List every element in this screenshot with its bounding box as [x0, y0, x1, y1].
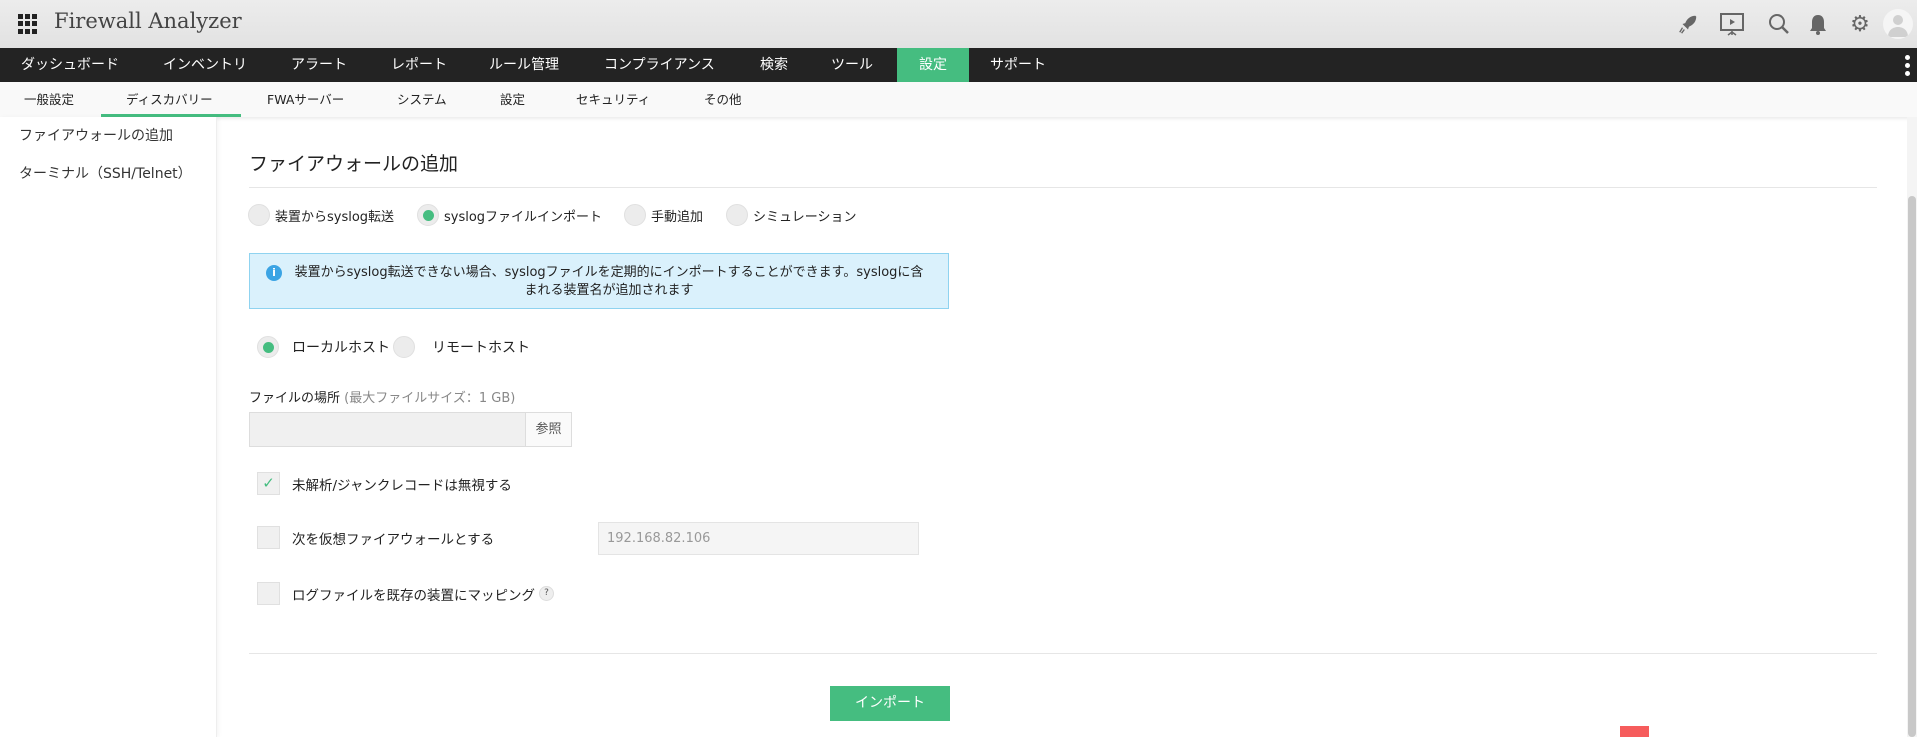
nav-search[interactable]: 検索 — [750, 48, 798, 82]
checkbox-label: ログファイルを既存の装置にマッピング — [292, 587, 535, 604]
sidebar-item-add-firewall[interactable]: ファイアウォールの追加 — [19, 125, 173, 145]
divider — [249, 653, 1877, 654]
virtual-firewall-ip-input[interactable]: 192.168.82.106 — [598, 522, 919, 555]
nav-support[interactable]: サポート — [980, 48, 1056, 82]
page-title: ファイアウォールの追加 — [249, 153, 459, 175]
radio-icon — [393, 336, 415, 358]
scrollbar-thumb[interactable] — [1908, 196, 1916, 737]
gear-icon[interactable]: ⚙ — [1847, 11, 1873, 37]
sidebar-item-terminal[interactable]: ターミナル（SSH/Telnet） — [19, 163, 192, 183]
checkbox-icon[interactable] — [257, 526, 280, 549]
avatar-icon[interactable] — [1883, 9, 1913, 39]
host-remote[interactable]: リモートホスト — [393, 336, 530, 358]
import-button[interactable]: インポート — [830, 686, 950, 721]
radio-label: シミュレーション — [753, 209, 857, 225]
subnav-security[interactable]: セキュリティ — [576, 82, 650, 117]
ignore-junk-option[interactable]: ✓ 未解析/ジャンクレコードは無視する — [257, 472, 512, 495]
subnav-general[interactable]: 一般設定 — [24, 82, 74, 117]
nav-reports[interactable]: レポート — [381, 48, 457, 82]
mode-syslog-forward[interactable]: 装置からsyslog転送 — [248, 204, 394, 226]
radio-selected-icon — [417, 204, 439, 226]
radio-selected-icon — [257, 336, 279, 358]
map-device-option[interactable]: ログファイルを既存の装置にマッピング ? — [257, 582, 554, 605]
checkbox-label: 未解析/ジャンクレコードは無視する — [292, 477, 512, 494]
sidebar: ファイアウォールの追加 ターミナル（SSH/Telnet） — [0, 117, 217, 737]
radio-icon — [624, 204, 646, 226]
mode-syslog-import[interactable]: syslogファイルインポート — [417, 204, 602, 226]
more-menu-icon[interactable] — [1905, 55, 1911, 76]
divider — [249, 187, 1877, 188]
file-location-label: ファイルの場所 (最大ファイルサイズ：1 GB) — [249, 391, 516, 406]
nav-tools[interactable]: ツール — [821, 48, 883, 82]
app-title: Firewall Analyzer — [54, 9, 242, 33]
file-path-input[interactable] — [249, 412, 526, 447]
checkbox-checked-icon[interactable]: ✓ — [257, 472, 280, 495]
search-icon[interactable] — [1766, 11, 1792, 37]
nav-alerts[interactable]: アラート — [281, 48, 357, 82]
radio-label: ローカルホスト — [292, 340, 390, 356]
rocket-icon[interactable] — [1675, 11, 1701, 37]
checkbox-label: 次を仮想ファイアウォールとする — [292, 531, 495, 548]
nav-dashboard[interactable]: ダッシュボード — [11, 48, 129, 82]
info-text: 装置からsyslog転送できない場合、syslogファイルを定期的にインポートす… — [294, 265, 924, 298]
presentation-icon[interactable] — [1719, 11, 1745, 37]
help-icon[interactable]: ? — [539, 586, 554, 601]
radio-label: リモートホスト — [432, 340, 530, 356]
info-banner: i 装置からsyslog転送できない場合、syslogファイルを定期的にインポー… — [249, 253, 949, 309]
nav-settings[interactable]: 設定 — [897, 48, 969, 82]
sub-nav: 一般設定 ディスカバリー FWAサーバー システム 設定 セキュリティ その他 — [0, 82, 1917, 117]
radio-label: 手動追加 — [651, 209, 704, 225]
nav-rule-management[interactable]: ルール管理 — [479, 48, 569, 82]
virtual-firewall-option[interactable]: 次を仮想ファイアウォールとする — [257, 526, 494, 549]
nav-compliance[interactable]: コンプライアンス — [594, 48, 725, 82]
radio-label: 装置からsyslog転送 — [275, 209, 395, 225]
nav-inventory[interactable]: インベントリ — [153, 48, 257, 82]
subnav-system[interactable]: システム — [397, 82, 447, 117]
app-grid-icon[interactable] — [18, 14, 38, 34]
subnav-fwa-server[interactable]: FWAサーバー — [267, 82, 344, 117]
checkbox-icon[interactable] — [257, 582, 280, 605]
browse-button[interactable]: 参照 — [525, 412, 572, 447]
subnav-other[interactable]: その他 — [704, 82, 742, 117]
bell-icon[interactable] — [1805, 11, 1831, 37]
feedback-tab[interactable] — [1620, 726, 1649, 737]
radio-label: syslogファイルインポート — [444, 209, 603, 225]
subnav-settings[interactable]: 設定 — [500, 82, 525, 117]
app-header: Firewall Analyzer ⚙ — [0, 0, 1917, 48]
mode-manual-add[interactable]: 手動追加 — [624, 204, 703, 226]
file-size-hint: (最大ファイルサイズ：1 GB) — [344, 391, 516, 406]
radio-icon — [726, 204, 748, 226]
main-nav: ダッシュボード インベントリ アラート レポート ルール管理 コンプライアンス … — [0, 48, 1917, 82]
info-icon: i — [266, 265, 282, 281]
subnav-discovery[interactable]: ディスカバリー — [126, 82, 213, 117]
host-local[interactable]: ローカルホスト — [257, 336, 390, 358]
radio-icon — [248, 204, 270, 226]
mode-simulation[interactable]: シミュレーション — [726, 204, 856, 226]
